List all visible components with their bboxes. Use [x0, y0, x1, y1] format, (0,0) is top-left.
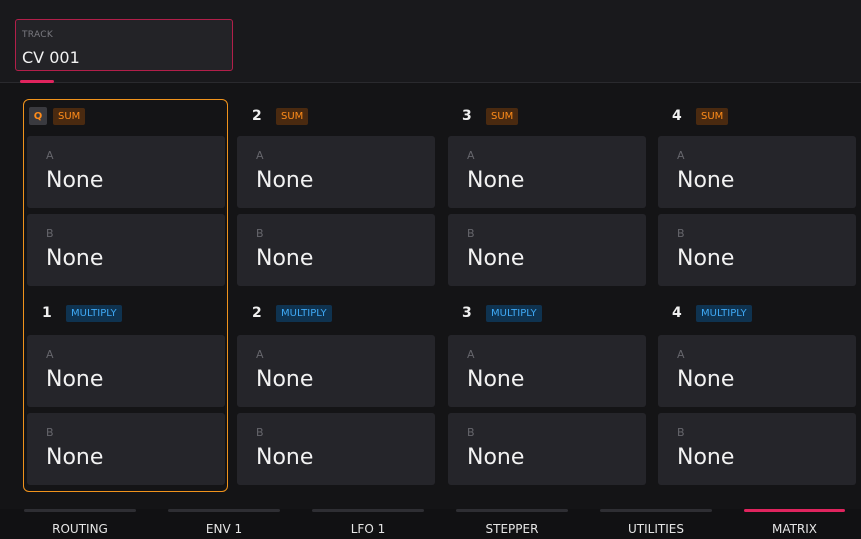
sum-3-slot-a[interactable]: A None: [448, 136, 646, 208]
tab-stepper[interactable]: STEPPER: [440, 509, 584, 539]
slot-letter: A: [467, 348, 475, 361]
slot-letter: A: [467, 149, 475, 162]
tab-label: UTILITIES: [628, 522, 684, 536]
multiply-3-header[interactable]: 3 MULTIPLY: [462, 303, 542, 323]
slot-letter: B: [467, 426, 475, 439]
sum-4-header[interactable]: 4 SUM: [672, 106, 729, 126]
track-label: TRACK: [22, 30, 54, 40]
sum-1-slot-a[interactable]: A None: [27, 136, 225, 208]
tab-env-1[interactable]: ENV 1: [152, 509, 296, 539]
tab-indicator: [168, 509, 280, 512]
tab-indicator: [312, 509, 424, 512]
sum-4-slot-a[interactable]: A None: [658, 136, 856, 208]
slot-letter: A: [46, 149, 54, 162]
multiply-2-slot-b[interactable]: B None: [237, 413, 435, 485]
multiply-4-slot-a[interactable]: A None: [658, 335, 856, 407]
sum-3-slot-b[interactable]: B None: [448, 214, 646, 286]
slot-value: None: [467, 367, 525, 392]
header-bar: TRACK CV 001: [0, 0, 861, 83]
slot-letter: A: [677, 348, 685, 361]
multiply-3-slot-a[interactable]: A None: [448, 335, 646, 407]
slot-value: None: [46, 168, 104, 193]
track-selector[interactable]: TRACK CV 001: [15, 19, 233, 71]
multiply-number: 1: [42, 305, 52, 321]
slot-value: None: [467, 246, 525, 271]
tab-label: STEPPER: [485, 522, 539, 536]
multiply-badge: MULTIPLY: [696, 304, 752, 322]
slot-value: None: [677, 168, 735, 193]
slot-value: None: [677, 246, 735, 271]
slot-letter: B: [46, 426, 54, 439]
multiply-4-header[interactable]: 4 MULTIPLY: [672, 303, 752, 323]
tab-label: ENV 1: [205, 522, 243, 536]
slot-value: None: [256, 168, 314, 193]
sum-badge: SUM: [53, 107, 86, 125]
slot-letter: B: [677, 426, 685, 439]
tab-label: ROUTING: [52, 522, 108, 536]
sum-number: 4: [672, 108, 682, 124]
q-badge[interactable]: Q: [29, 107, 47, 125]
tab-indicator: [744, 509, 845, 512]
tab-label: MATRIX: [771, 522, 818, 536]
tab-indicator: [600, 509, 712, 512]
multiply-number: 4: [672, 305, 682, 321]
multiply-number: 3: [462, 305, 472, 321]
slot-letter: A: [677, 149, 685, 162]
slot-letter: B: [256, 227, 264, 240]
multiply-1-slot-a[interactable]: A None: [27, 335, 225, 407]
slot-letter: B: [467, 227, 475, 240]
multiply-badge: MULTIPLY: [276, 304, 332, 322]
slot-value: None: [256, 246, 314, 271]
sum-1-header[interactable]: Q SUM: [29, 106, 86, 126]
sum-2-slot-b[interactable]: B None: [237, 214, 435, 286]
slot-value: None: [467, 168, 525, 193]
slot-letter: A: [256, 348, 264, 361]
slot-value: None: [46, 367, 104, 392]
tab-utilities[interactable]: UTILITIES: [584, 509, 728, 539]
slot-letter: B: [46, 227, 54, 240]
slot-value: None: [46, 246, 104, 271]
sum-number: 3: [462, 108, 472, 124]
slot-letter: A: [256, 149, 264, 162]
slot-letter: A: [46, 348, 54, 361]
multiply-number: 2: [252, 305, 262, 321]
sum-2-header[interactable]: 2 SUM: [252, 106, 309, 126]
sum-badge: SUM: [486, 107, 519, 125]
multiply-badge: MULTIPLY: [486, 304, 542, 322]
multiply-3-slot-b[interactable]: B None: [448, 413, 646, 485]
tab-routing[interactable]: ROUTING: [8, 509, 152, 539]
sum-1-slot-b[interactable]: B None: [27, 214, 225, 286]
tab-label: LFO 1: [350, 522, 386, 536]
tab-lfo-1[interactable]: LFO 1: [296, 509, 440, 539]
tab-indicator: [24, 509, 136, 512]
tab-bar: ROUTING ENV 1 LFO 1 STEPPER UTILITIES MA…: [0, 509, 861, 539]
slot-value: None: [256, 367, 314, 392]
slot-value: None: [467, 445, 525, 470]
sum-4-slot-b[interactable]: B None: [658, 214, 856, 286]
multiply-badge: MULTIPLY: [66, 304, 122, 322]
track-indicator: [20, 80, 54, 83]
multiply-1-header[interactable]: 1 MULTIPLY: [42, 303, 122, 323]
track-value: CV 001: [22, 48, 80, 67]
slot-value: None: [46, 445, 104, 470]
slot-value: None: [256, 445, 314, 470]
multiply-2-slot-a[interactable]: A None: [237, 335, 435, 407]
multiply-1-slot-b[interactable]: B None: [27, 413, 225, 485]
sum-badge: SUM: [276, 107, 309, 125]
slot-letter: B: [256, 426, 264, 439]
slot-letter: B: [677, 227, 685, 240]
sum-badge: SUM: [696, 107, 729, 125]
tab-indicator: [456, 509, 568, 512]
sum-number: 2: [252, 108, 262, 124]
sum-2-slot-a[interactable]: A None: [237, 136, 435, 208]
multiply-4-slot-b[interactable]: B None: [658, 413, 856, 485]
slot-value: None: [677, 445, 735, 470]
slot-value: None: [677, 367, 735, 392]
multiply-2-header[interactable]: 2 MULTIPLY: [252, 303, 332, 323]
sum-3-header[interactable]: 3 SUM: [462, 106, 519, 126]
tab-matrix[interactable]: MATRIX: [728, 509, 861, 539]
